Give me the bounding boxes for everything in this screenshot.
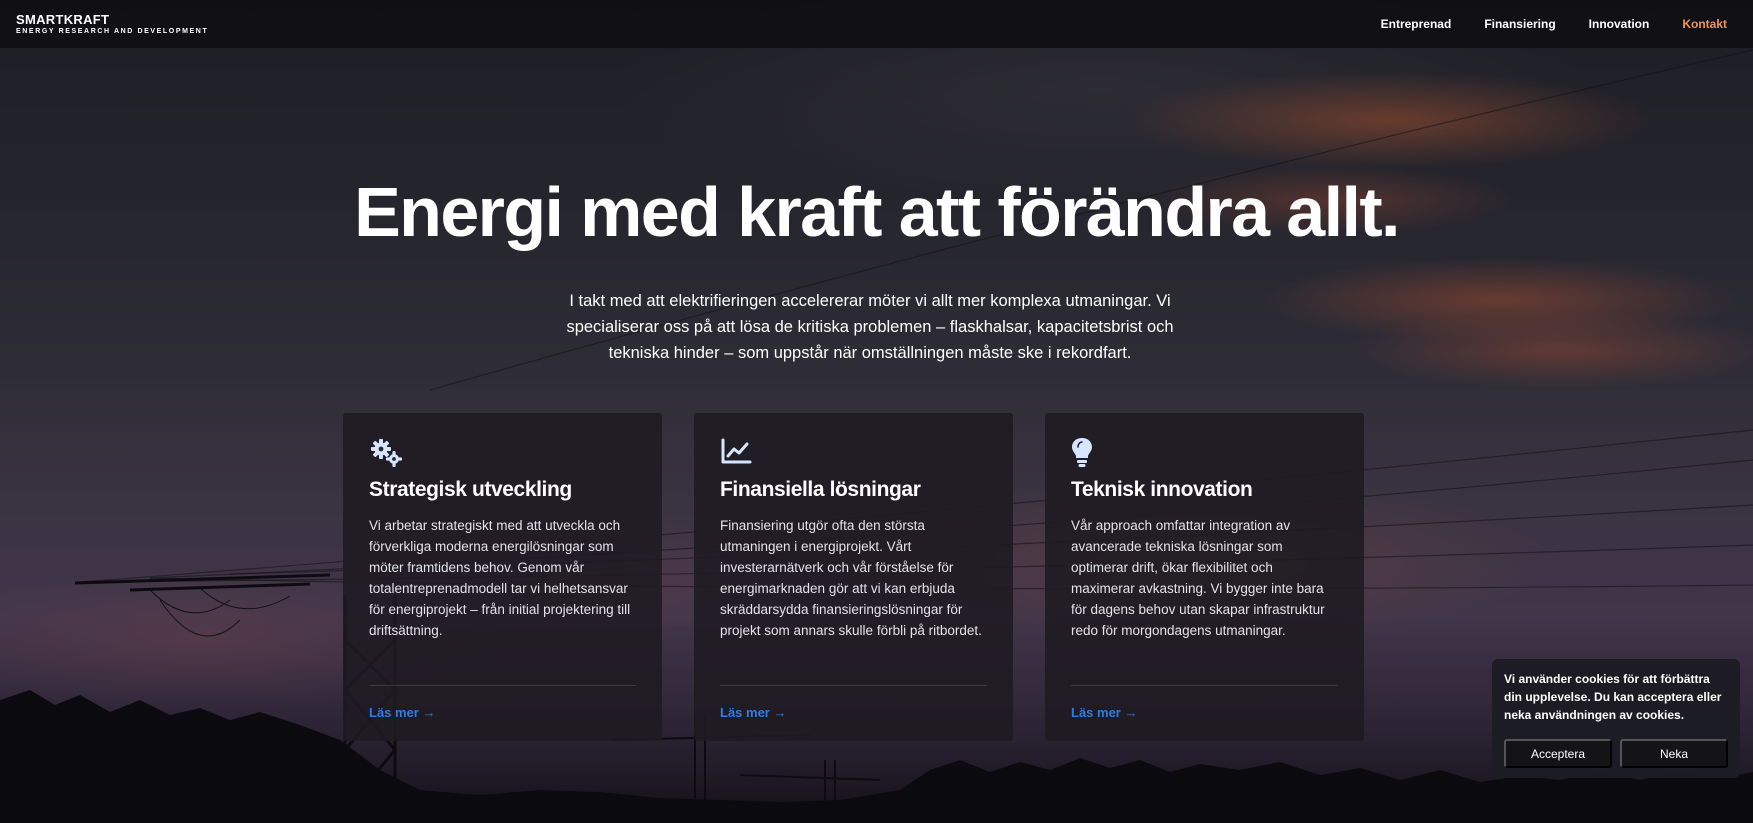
card-strategisk-utveckling: Strategisk utveckling Vi arbetar strateg…: [343, 413, 662, 741]
gears-icon: [369, 437, 405, 469]
cookie-actions: Acceptera Neka: [1504, 739, 1728, 768]
read-more-link[interactable]: Läs mer →: [1071, 705, 1137, 720]
lightbulb-icon: [1071, 437, 1107, 469]
nav-link-innovation[interactable]: Innovation: [1589, 17, 1650, 31]
read-more-link[interactable]: Läs mer →: [369, 705, 435, 720]
hero-description: I takt med att elektrifieringen accelere…: [566, 292, 1174, 362]
card-title: Teknisk innovation: [1071, 478, 1253, 501]
cookie-message: Vi använder cookies för att förbättra di…: [1504, 672, 1722, 722]
brand-logo[interactable]: SMARTKRAFT ENERGY RESEARCH AND DEVELOPME…: [16, 13, 208, 35]
nav-link-finansiering[interactable]: Finansiering: [1484, 17, 1555, 31]
brand-tagline: ENERGY RESEARCH AND DEVELOPMENT: [16, 28, 209, 35]
card-title: Finansiella lösningar: [720, 478, 921, 501]
card-text: Vi arbetar strategiskt med att utveckla …: [369, 518, 631, 638]
accept-cookies-button[interactable]: Acceptera: [1504, 739, 1612, 768]
decline-cookies-button[interactable]: Neka: [1620, 739, 1728, 768]
card-divider: [1071, 685, 1338, 686]
nav-link-entreprenad[interactable]: Entreprenad: [1381, 17, 1452, 31]
card-text: Vår approach omfattar integration av ava…: [1071, 518, 1325, 638]
card-title: Strategisk utveckling: [369, 478, 572, 501]
card-divider: [369, 685, 636, 686]
card-teknisk-innovation: Teknisk innovation Vår approach omfattar…: [1045, 413, 1364, 741]
read-more-link[interactable]: Läs mer →: [720, 705, 786, 720]
brand-name: SMARTKRAFT: [16, 12, 110, 27]
cookie-banner: Vi använder cookies för att förbättra di…: [1492, 659, 1740, 778]
insulator-wires: [149, 587, 291, 637]
chart-line-icon: [720, 437, 756, 469]
card-text: Finansiering utgör ofta den största utma…: [720, 518, 982, 638]
card-finansiella-losningar: Finansiella lösningar Finansiering utgör…: [694, 413, 1013, 741]
top-navbar: SMARTKRAFT ENERGY RESEARCH AND DEVELOPME…: [0, 0, 1753, 48]
card-divider: [720, 685, 987, 686]
main-nav: Entreprenad Finansiering Innovation Kont…: [1381, 17, 1727, 31]
hero-title: Energi med kraft att förändra allt.: [354, 173, 1400, 251]
nav-link-kontakt[interactable]: Kontakt: [1682, 17, 1727, 31]
